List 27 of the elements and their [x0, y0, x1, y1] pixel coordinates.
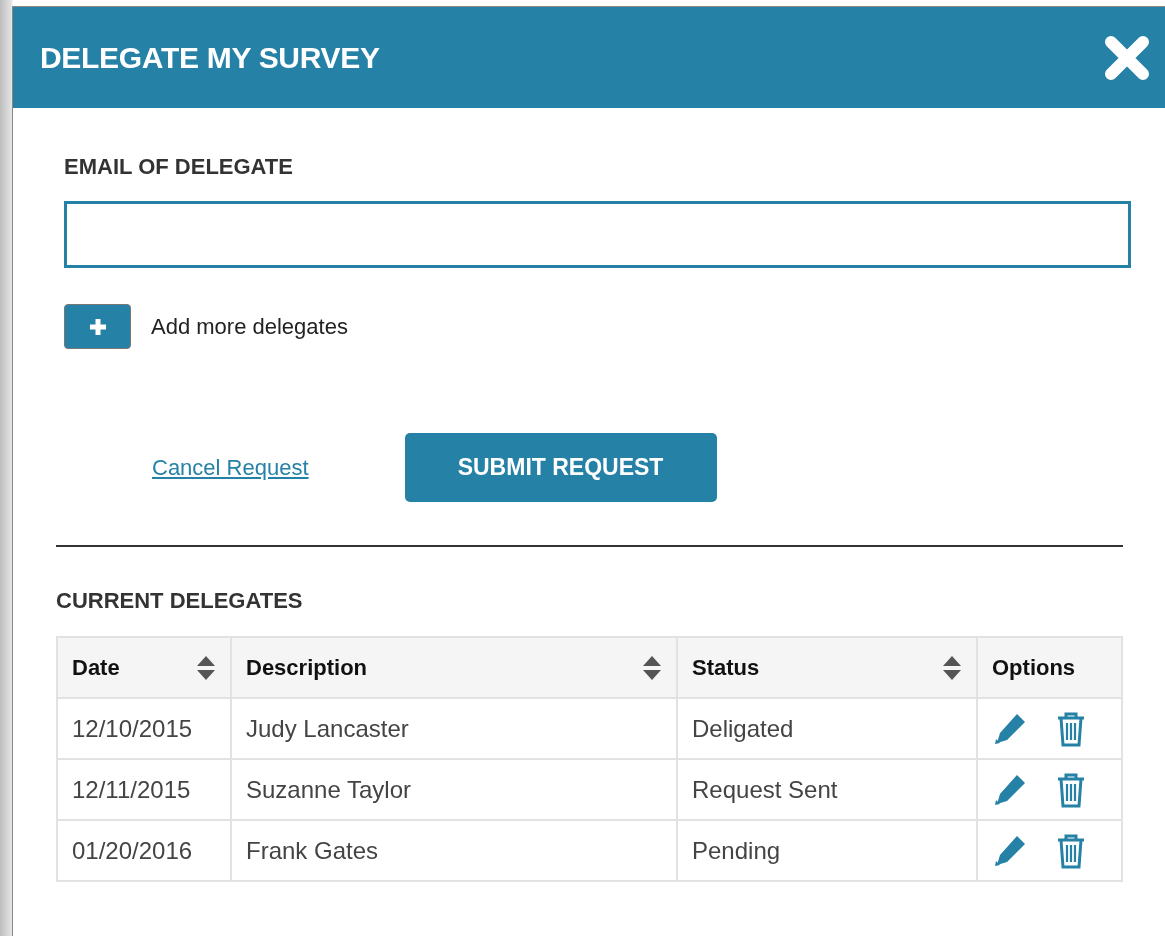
- delete-icon[interactable]: [1056, 710, 1086, 747]
- column-header: Status: [692, 654, 760, 681]
- close-icon: [1103, 33, 1151, 82]
- delete-icon[interactable]: [1056, 771, 1086, 808]
- column-header: Description: [246, 654, 368, 681]
- table-cell: Deligated: [677, 698, 977, 759]
- table-cell: Pending: [677, 820, 977, 881]
- close-button[interactable]: [1103, 33, 1151, 82]
- table-cell: Suzanne Taylor: [231, 759, 677, 820]
- table-cell: 12/11/2015: [57, 759, 231, 820]
- plus-icon: [87, 316, 108, 337]
- column-header: Date: [72, 654, 120, 681]
- submit-button[interactable]: SUBMIT REQUEST: [404, 433, 717, 502]
- add-button[interactable]: [64, 304, 131, 349]
- delete-icon[interactable]: [1056, 832, 1086, 869]
- column-header: Options: [992, 654, 1076, 681]
- field-label: EMAIL OF DELEGATE: [64, 154, 294, 180]
- cancel-link[interactable]: Cancel Request: [152, 454, 309, 481]
- table-cell: Frank Gates: [231, 820, 677, 881]
- email-field[interactable]: [64, 201, 1131, 268]
- add-label: Add more delegates: [151, 313, 348, 340]
- table-cell: 01/20/2016: [57, 820, 231, 881]
- table-cell: Request Sent: [677, 759, 977, 820]
- table-cell: Judy Lancaster: [231, 698, 677, 759]
- dialog-title: DELEGATE MY SURVEY: [40, 40, 380, 75]
- table-cell: 12/10/2015: [57, 698, 231, 759]
- section-title: CURRENT DELEGATES: [56, 588, 304, 614]
